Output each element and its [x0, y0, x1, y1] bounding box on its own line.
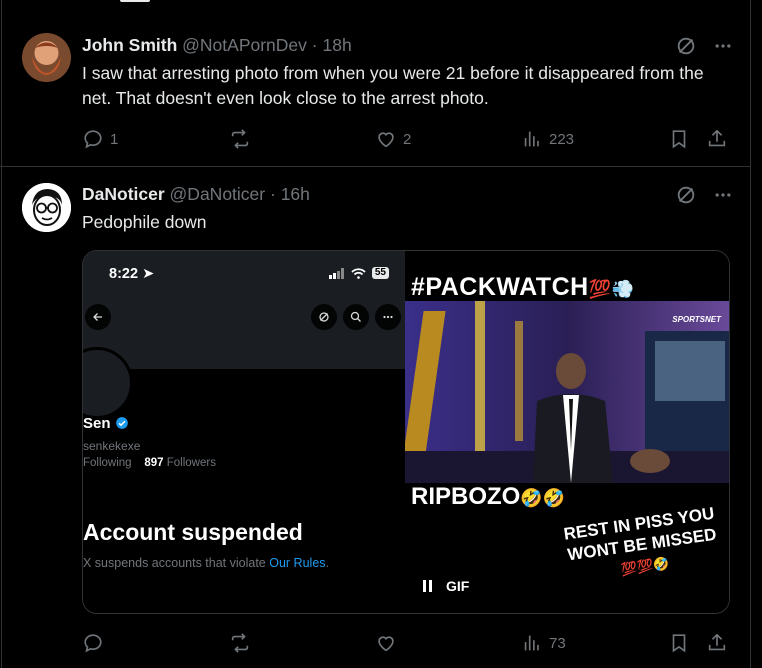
column-border-right — [750, 0, 751, 668]
followers-count: 897 — [144, 457, 164, 469]
views-icon — [524, 131, 539, 147]
profile-handle: senkekexe — [83, 439, 141, 453]
share-icon — [708, 633, 726, 651]
views-button[interactable]: 223 — [521, 127, 574, 151]
more-icon[interactable] — [713, 185, 733, 205]
like-icon — [378, 132, 394, 148]
back-icon — [93, 313, 102, 321]
tweet-corner-actions — [675, 35, 733, 57]
bookmark-button[interactable] — [668, 631, 690, 655]
suspended-text: X suspends accounts that violate Our Rul… — [83, 556, 329, 570]
previous-content-fragment — [120, 0, 150, 2]
bookmark-icon — [672, 130, 686, 149]
gif-label: GIF — [446, 578, 470, 594]
following-label: Following — [83, 457, 132, 469]
studio-image — [405, 301, 729, 483]
back-button[interactable] — [85, 304, 111, 330]
column-border-left — [1, 0, 2, 668]
bookmark-icon — [672, 634, 686, 653]
status-clock: 8:22 ➤ — [109, 266, 154, 282]
tweet-media[interactable]: 8:22 ➤ 55 Sen senkekexe Following 897 Fo… — [82, 250, 730, 614]
verified-icon — [115, 417, 128, 429]
avatar[interactable] — [22, 33, 71, 82]
views-icon — [524, 635, 539, 651]
author-name[interactable]: DaNoticer — [82, 184, 165, 204]
profile-name: Sen — [83, 415, 129, 432]
bookmark-button[interactable] — [668, 127, 690, 151]
tweet-header: DaNoticer @DaNoticer · 16h — [82, 183, 310, 205]
search-button[interactable] — [343, 304, 369, 330]
tweet-text: I saw that arresting photo from when you… — [82, 63, 704, 108]
view-count: 223 — [549, 130, 575, 148]
view-count: 73 — [549, 634, 566, 652]
tweet-divider — [0, 166, 750, 167]
status-icons: 55 — [328, 267, 389, 279]
wifi-icon — [351, 267, 366, 279]
like-count: 2 — [403, 130, 412, 148]
rest-caption-text: REST IN PISS YOU WONT BE MISSED — [562, 503, 718, 565]
separator-dot: · — [311, 35, 318, 55]
share-button[interactable] — [706, 631, 728, 655]
gif-scene: SPORTSNET — [405, 301, 729, 483]
battery-level: 55 — [371, 267, 389, 279]
tweet-corner-actions — [675, 184, 733, 206]
repost-button[interactable] — [229, 127, 257, 151]
tweet-header: John Smith @NotAPornDev · 18h — [82, 34, 352, 56]
more-icon[interactable] — [713, 36, 733, 56]
location-arrow-icon: ➤ — [142, 266, 155, 282]
separator-dot: · — [270, 184, 276, 204]
mid-emoji: 🤣🤣 — [520, 488, 566, 508]
timestamp[interactable]: 16h — [281, 184, 310, 204]
like-button[interactable]: 2 — [375, 127, 411, 151]
author-handle[interactable]: @NotAPornDev — [182, 35, 307, 55]
gif-rest-caption: REST IN PISS YOU WONT BE MISSED 💯💯🤣 — [553, 501, 729, 588]
views-button[interactable]: 73 — [521, 631, 566, 655]
tweet-text: Pedophile down — [82, 212, 207, 232]
grok-button[interactable] — [311, 304, 337, 330]
timeline: John Smith @NotAPornDev · 18h I saw that… — [0, 0, 762, 668]
ripbozo-text: RIPBOZO — [411, 483, 521, 510]
timestamp[interactable]: 18h — [323, 35, 352, 55]
like-button[interactable] — [375, 631, 403, 655]
clock-text: 8:22 — [109, 266, 139, 282]
pause-icon[interactable] — [423, 580, 432, 592]
rest-emoji: 💯💯🤣 — [619, 555, 671, 578]
embedded-screenshot[interactable]: 8:22 ➤ 55 Sen senkekexe Following 897 Fo… — [83, 251, 405, 613]
repost-icon — [231, 633, 249, 653]
reply-button[interactable] — [82, 631, 110, 655]
packwatch-text: #PACKWATCH — [411, 273, 589, 301]
more-button[interactable] — [375, 304, 401, 330]
grok-icon[interactable] — [675, 35, 697, 57]
profile-name-text: Sen — [83, 415, 111, 432]
period: . — [325, 556, 330, 570]
repost-icon — [231, 129, 249, 149]
reply-button[interactable]: 1 — [82, 127, 118, 151]
reply-icon — [84, 130, 102, 149]
suspended-message: X suspends accounts that violate — [83, 556, 266, 570]
rules-link[interactable]: Our Rules — [269, 556, 325, 570]
grok-icon[interactable] — [675, 184, 697, 206]
repost-button[interactable] — [229, 631, 257, 655]
top-emoji: 💯💨 — [588, 279, 635, 299]
avatar[interactable] — [22, 183, 71, 232]
author-name[interactable]: John Smith — [82, 35, 177, 55]
gif-controls[interactable]: GIF — [423, 578, 469, 594]
grok-icon — [319, 312, 329, 322]
gif-top-caption: #PACKWATCH💯💨 — [411, 273, 635, 302]
author-handle[interactable]: @DaNoticer — [170, 184, 266, 204]
suspended-title: Account suspended — [83, 519, 303, 545]
share-button[interactable] — [706, 127, 728, 151]
reply-count: 1 — [110, 130, 119, 148]
sportsnet-logo: SPORTSNET — [672, 315, 721, 324]
reply-icon — [84, 634, 102, 653]
signal-icon — [328, 267, 344, 279]
search-icon — [350, 311, 361, 322]
followers-label: Followers — [166, 457, 216, 469]
gif-mid-caption: RIPBOZO🤣🤣 — [411, 483, 565, 511]
gif-panel[interactable]: #PACKWATCH💯💨 SPORTSNET RIPBOZO🤣🤣 REST IN… — [405, 251, 729, 613]
like-icon — [378, 636, 394, 652]
follow-stats: Following 897 Followers — [83, 457, 216, 469]
more-icon — [383, 315, 393, 319]
share-icon — [708, 129, 726, 147]
